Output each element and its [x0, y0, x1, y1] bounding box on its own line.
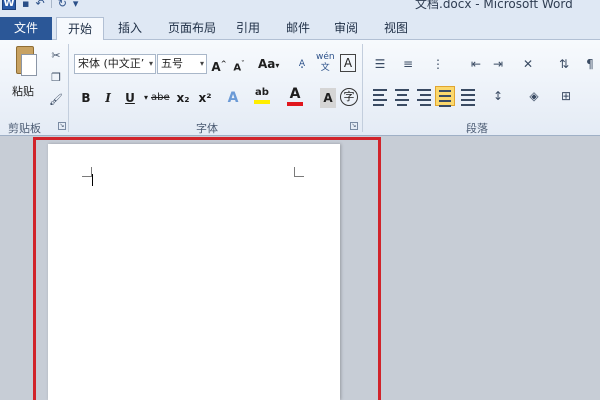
bullets-icon[interactable]: ☰	[370, 54, 390, 74]
text-effects-button[interactable]: A	[225, 88, 241, 108]
font-dialog-launcher-icon[interactable]: ↘	[350, 122, 358, 130]
chinese-layout-icon[interactable]: ✕	[518, 54, 538, 74]
tab-file[interactable]: 文件	[0, 17, 52, 40]
redo-icon[interactable]: ↻	[58, 0, 67, 10]
grow-font-button[interactable]: A^	[211, 54, 227, 74]
format-painter-icon[interactable]: 🖌	[48, 92, 64, 108]
font-color-icon: A	[289, 86, 301, 102]
undo-icon[interactable]: ↶	[35, 0, 44, 10]
clipboard-dialog-launcher-icon[interactable]: ↘	[58, 122, 66, 130]
tab-mailings[interactable]: 邮件	[278, 17, 318, 40]
character-border-icon: A	[343, 56, 353, 70]
shrink-font-button[interactable]: Aˇ	[231, 54, 247, 74]
align-left-button[interactable]	[370, 86, 390, 106]
increase-indent-icon[interactable]: ⇥	[488, 54, 508, 74]
distributed-button[interactable]	[458, 86, 478, 106]
save-icon[interactable]: ▪	[22, 0, 29, 10]
phonetic-guide-button[interactable]: wén 文	[316, 52, 335, 73]
paste-icon[interactable]	[12, 46, 38, 78]
change-case-button[interactable]: Aa▾	[258, 54, 279, 74]
shrink-font-icon: A	[233, 62, 242, 74]
align-center-button[interactable]	[392, 86, 412, 106]
font-group-label: 字体	[196, 122, 218, 135]
subscript-button[interactable]: x₂	[175, 88, 191, 108]
tab-page-layout[interactable]: 页面布局	[160, 17, 224, 40]
font-size-value: 五号	[161, 57, 183, 70]
paste-button-label[interactable]: 粘贴	[12, 83, 34, 99]
font-color-button[interactable]: A	[287, 86, 303, 106]
font-name-value: 宋体 (中文正’	[78, 57, 145, 70]
group-separator	[362, 44, 363, 132]
copy-icon[interactable]: ❐	[48, 70, 64, 86]
highlight-icon: ab	[255, 87, 269, 98]
chevron-down-icon[interactable]: ▾	[149, 55, 153, 73]
character-shading-button[interactable]: A	[320, 88, 336, 108]
title-bar: W ▪ ↶ ↻ ▾ 文档.docx - Microsoft Word	[0, 0, 600, 12]
red-highlight-box	[33, 137, 381, 400]
decrease-indent-icon[interactable]: ⇤	[466, 54, 486, 74]
tab-insert[interactable]: 插入	[108, 17, 152, 40]
group-separator	[68, 44, 69, 132]
line-spacing-icon[interactable]: ↕	[488, 86, 508, 106]
shading-icon[interactable]: ◈	[524, 86, 544, 106]
paragraph-group-label: 段落	[466, 122, 488, 135]
sort-icon[interactable]: ⇅	[554, 54, 574, 74]
paper-icon	[21, 54, 37, 76]
enclose-characters-icon: 字	[343, 90, 355, 103]
justify-button[interactable]	[435, 86, 455, 107]
character-shading-icon: A	[323, 91, 333, 105]
tab-references[interactable]: 引用	[228, 17, 268, 40]
font-name-combo[interactable]: 宋体 (中文正’ ▾	[74, 54, 156, 74]
enclose-characters-button[interactable]: 字	[340, 88, 358, 106]
text-effects-icon: A	[227, 90, 239, 106]
highlight-button[interactable]: ab	[254, 86, 270, 104]
change-case-icon: Aa	[258, 57, 276, 71]
tab-view[interactable]: 视图	[376, 17, 416, 40]
underline-button[interactable]: U	[122, 88, 138, 108]
clipboard-group-label: 剪贴板	[8, 122, 41, 135]
character-border-button[interactable]: A	[340, 54, 356, 72]
italic-button[interactable]: I	[100, 88, 116, 108]
font-size-combo[interactable]: 五号 ▾	[157, 54, 207, 74]
numbering-icon[interactable]: ≡	[398, 54, 418, 74]
qat-separator	[50, 0, 52, 8]
cut-icon[interactable]: ✂	[48, 48, 64, 64]
word-app-icon[interactable]: W	[2, 0, 16, 10]
show-marks-icon[interactable]: ¶	[580, 54, 600, 74]
clear-format-icon[interactable]: A͓	[294, 54, 310, 74]
strikethrough-button[interactable]: abe	[151, 88, 170, 108]
align-right-button[interactable]	[414, 86, 434, 106]
superscript-button[interactable]: x²	[197, 88, 213, 108]
chevron-down-icon[interactable]: ▾	[200, 55, 204, 73]
tab-home[interactable]: 开始	[56, 17, 104, 41]
multilevel-list-icon[interactable]: ⋮	[428, 54, 448, 74]
ribbon: 粘贴 ✂ ❐ 🖌 剪贴板 ↘ 宋体 (中文正’ ▾ 五号 ▾ A^ Aˇ Aa▾…	[0, 40, 600, 136]
grow-font-icon: A	[211, 60, 221, 74]
quick-access-toolbar: W ▪ ↶ ↻ ▾	[2, 0, 78, 10]
window-title: 文档.docx - Microsoft Word	[415, 0, 573, 11]
tab-review[interactable]: 审阅	[326, 17, 366, 40]
phonetic-guide-icon: wén	[316, 52, 335, 62]
bold-button[interactable]: B	[78, 88, 94, 108]
borders-icon[interactable]: ⊞	[556, 86, 576, 106]
ribbon-tab-row: 文件 开始 插入 页面布局 引用 邮件 审阅 视图	[0, 12, 600, 41]
customize-qat-icon[interactable]: ▾	[73, 0, 79, 10]
